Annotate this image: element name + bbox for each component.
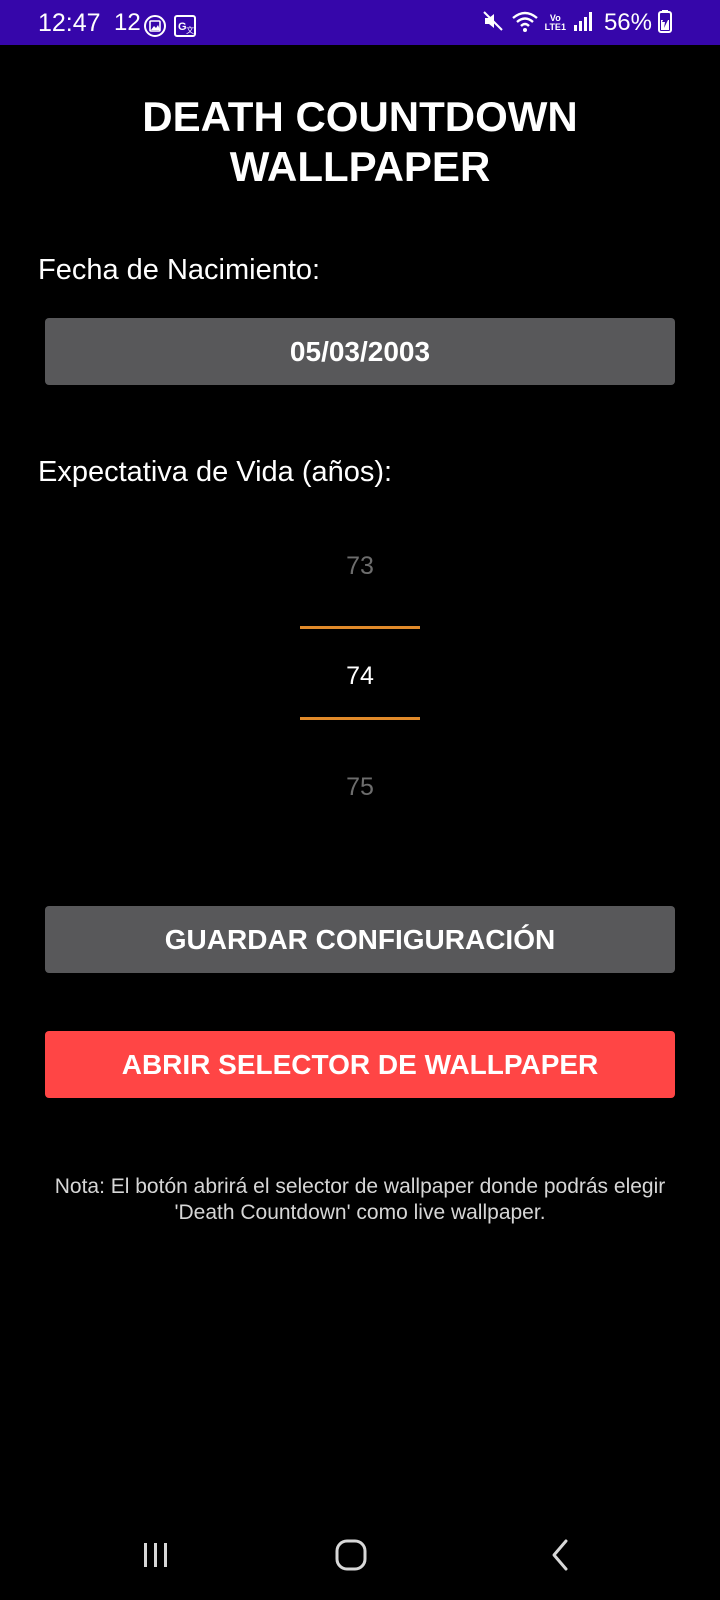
- battery-charging-icon: [658, 9, 672, 38]
- gallery-icon: [144, 15, 166, 37]
- birth-date-value: 05/03/2003: [289, 336, 431, 367]
- picker-selected-value[interactable]: 74: [300, 661, 420, 691]
- recent-apps-icon[interactable]: [126, 1530, 186, 1580]
- birth-date-label: Fecha de Nacimiento:: [38, 254, 321, 286]
- svg-text:文: 文: [186, 25, 194, 35]
- mute-icon: [481, 9, 505, 38]
- note-text: Nota: El botón abrirá el selector de wal…: [54, 1175, 666, 1224]
- save-config-label: GUARDAR CONFIGURACIÓN: [164, 924, 556, 955]
- picker-top-divider: [300, 626, 420, 629]
- volte-icon: Vo LTE1: [544, 13, 566, 32]
- life-expectancy-label: Expectativa de Vida (años):: [38, 456, 393, 488]
- app-screen: 12:47 12 G 文 Vo LTE1 56% DEATH COUNTDOWN…: [0, 0, 720, 1600]
- picker-next-value[interactable]: 75: [300, 772, 420, 802]
- save-config-button[interactable]: GUARDAR CONFIGURACIÓN: [45, 906, 675, 973]
- status-right-icons: Vo LTE1 56%: [481, 9, 672, 37]
- status-bar: 12:47 12 G 文 Vo LTE1 56%: [0, 0, 720, 45]
- wifi-icon: [511, 9, 539, 38]
- home-icon[interactable]: [321, 1530, 381, 1580]
- signal-icon: [572, 10, 594, 37]
- open-wallpaper-selector-button[interactable]: ABRIR SELECTOR DE WALLPAPER: [45, 1031, 675, 1098]
- picker-previous-value[interactable]: 73: [300, 551, 420, 581]
- open-wallpaper-selector-label: ABRIR SELECTOR DE WALLPAPER: [121, 1049, 599, 1080]
- status-time: 12:47: [38, 9, 101, 37]
- birth-date-button[interactable]: 05/03/2003: [45, 318, 675, 385]
- battery-percent: 56%: [603, 9, 652, 36]
- translate-icon: G 文: [174, 15, 196, 37]
- app-title: DEATH COUNTDOWN WALLPAPER: [142, 93, 578, 190]
- picker-bottom-divider: [300, 717, 420, 720]
- notification-count: 12: [114, 9, 141, 36]
- back-icon[interactable]: [530, 1530, 590, 1580]
